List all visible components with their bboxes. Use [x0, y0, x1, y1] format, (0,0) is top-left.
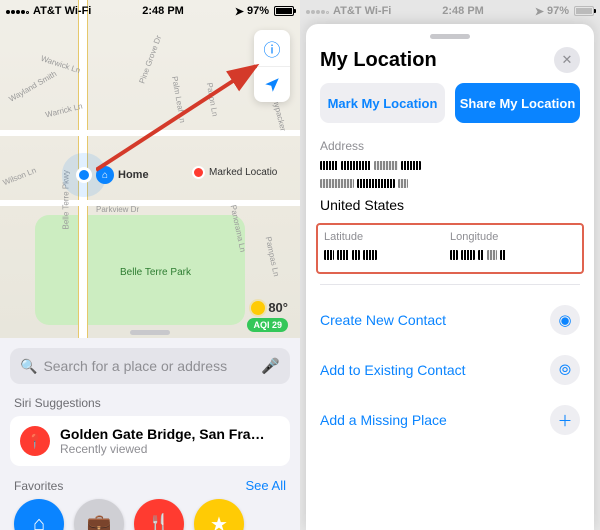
panel-title: My Location [320, 49, 437, 72]
address-line2 [306, 175, 594, 193]
current-location-pin[interactable]: ⌂ Home [76, 166, 149, 184]
latitude-block: Latitude [324, 231, 450, 264]
temp-value: 80° [268, 300, 288, 315]
close-button[interactable]: ✕ [554, 47, 580, 73]
status-bar: AT&T Wi-Fi 2:48 PM ➤ 97% [300, 0, 600, 22]
weather-widget[interactable]: 80° AQI 29 [247, 300, 288, 332]
briefcase-icon: 💼 [87, 512, 112, 530]
create-new-contact[interactable]: Create New Contact ◉ [306, 295, 594, 345]
street-belle: Belle Terre Pkwy [62, 170, 71, 229]
close-icon: ✕ [562, 52, 573, 68]
favorite-item2[interactable]: ★ [194, 499, 244, 530]
favorite-home[interactable]: ⌂ [14, 499, 64, 530]
favorite-work[interactable]: 💼 [74, 499, 124, 530]
panel-handle[interactable] [430, 34, 470, 39]
aqi-badge: AQI 29 [247, 318, 288, 332]
clock-text: 2:48 PM [442, 5, 484, 17]
share-location-button[interactable]: Share My Location [455, 83, 580, 123]
sheet-handle[interactable] [130, 330, 170, 335]
longitude-value [450, 246, 576, 264]
pin-icon: 📍 [20, 426, 50, 456]
divider [320, 284, 580, 285]
street-warwick: Warwick Ln [40, 54, 82, 75]
battery-pct: 97% [247, 5, 269, 17]
longitude-label: Longitude [450, 231, 576, 243]
location-arrow-icon [263, 76, 281, 94]
address-line1 [306, 157, 594, 175]
battery-icon [272, 6, 294, 16]
battery-icon [572, 6, 594, 16]
marked-pin-icon [192, 166, 205, 179]
road-h1 [0, 130, 300, 136]
location-services-icon: ➤ [235, 5, 244, 18]
status-bar: AT&T Wi-Fi 2:48 PM ➤ 97% [0, 0, 300, 22]
park-label: Belle Terre Park [120, 267, 191, 278]
search-field[interactable]: 🔍 Search for a place or address 🎤 [10, 348, 290, 384]
home-icon: ⌂ [96, 166, 114, 184]
search-icon: 🔍 [20, 358, 37, 375]
see-all-link[interactable]: See All [246, 478, 286, 493]
suggestion-title: Golden Gate Bridge, San Francis… [60, 426, 270, 442]
add-missing-place[interactable]: Add a Missing Place ＋ [306, 395, 594, 445]
suggestion-subtitle: Recently viewed [60, 442, 270, 456]
favorites-label: Favorites [14, 479, 63, 493]
contact-icon: ◉ [550, 305, 580, 335]
siri-section-label: Siri Suggestions [14, 396, 286, 410]
action-label: Add a Missing Place [320, 412, 447, 428]
address-label: Address [306, 135, 594, 157]
mark-location-button[interactable]: Mark My Location [320, 83, 445, 123]
battery-pct: 97% [547, 5, 569, 17]
latitude-label: Latitude [324, 231, 450, 243]
street-pampas: Pampas Ln [264, 236, 281, 277]
locate-me-button[interactable] [254, 66, 290, 102]
favorites-row: ⌂ 💼 🍴 ★ [10, 499, 290, 530]
plus-icon: ＋ [550, 405, 580, 435]
latitude-value [324, 246, 450, 264]
contacts-icon: ⦾ [550, 355, 580, 385]
location-services-icon: ➤ [535, 5, 544, 18]
clock-text: 2:48 PM [142, 5, 184, 17]
map-controls: ⓘ [254, 30, 290, 102]
street-wilson: Wilson Ln [2, 166, 38, 188]
signal-icon [6, 5, 30, 17]
street-parkview: Parkview Dr [96, 205, 139, 214]
sun-icon [251, 301, 265, 315]
road-h2 [0, 200, 300, 206]
location-dot-icon [76, 167, 92, 183]
street-pine: Pine Grove Dr [137, 34, 163, 85]
street-wayland: Wayland Smith [7, 69, 58, 104]
utensils-icon: 🍴 [147, 512, 172, 530]
house-icon: ⌂ [33, 513, 45, 530]
address-country: United States [306, 193, 594, 223]
action-label: Add to Existing Contact [320, 362, 466, 378]
favorite-item[interactable]: 🍴 [134, 499, 184, 530]
my-location-panel: My Location ✕ Mark My Location Share My … [306, 24, 594, 530]
street-palmleaf: Palm Leaf Ln [170, 76, 187, 124]
street-patton: Patton Ln [205, 82, 220, 117]
search-placeholder: Search for a place or address [43, 358, 227, 374]
marked-label: Marked Locatio [209, 167, 277, 178]
add-to-existing-contact[interactable]: Add to Existing Contact ⦾ [306, 345, 594, 395]
star-icon: ★ [210, 512, 228, 530]
longitude-block: Longitude [450, 231, 576, 264]
action-label: Create New Contact [320, 312, 446, 328]
coordinates-highlight: Latitude Longitude [316, 223, 584, 274]
home-label: Home [118, 169, 149, 181]
info-button[interactable]: ⓘ [254, 30, 290, 66]
marked-location-pin[interactable]: Marked Locatio [192, 166, 277, 179]
signal-icon [306, 5, 330, 17]
carrier-text: AT&T Wi-Fi [33, 5, 91, 17]
bottom-sheet: 🔍 Search for a place or address 🎤 Siri S… [0, 338, 300, 530]
siri-suggestion-item[interactable]: 📍 Golden Gate Bridge, San Francis… Recen… [10, 416, 290, 466]
carrier-text: AT&T Wi-Fi [333, 5, 391, 17]
mic-icon[interactable]: 🎤 [261, 357, 280, 375]
